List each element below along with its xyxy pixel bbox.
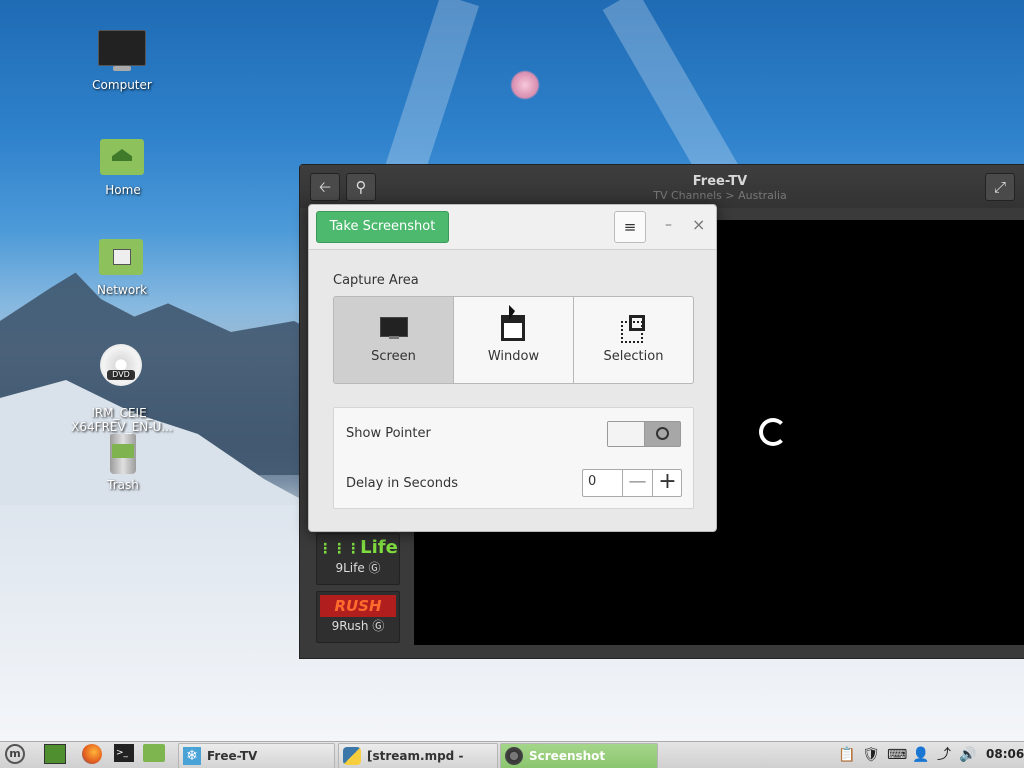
desktop-icon-trash[interactable]: Trash [68, 430, 178, 492]
window-icon [499, 305, 529, 341]
desktop-icon-label: Computer [92, 78, 152, 92]
options-panel: Show Pointer Delay in Seconds 0 — + [333, 407, 694, 509]
minimize-button[interactable]: – [665, 217, 672, 233]
dialog-headerbar: Take Screenshot ≡ – × [309, 205, 716, 250]
volume-tray-icon[interactable]: 🔊 [959, 746, 977, 764]
freetv-headerbar: 🡠 ⚲ Free-TV TV Channels > Australia ⤢ [300, 165, 1024, 208]
close-button[interactable]: × [692, 215, 705, 234]
show-pointer-switch[interactable] [607, 421, 681, 447]
python-icon [343, 747, 361, 765]
mint-menu-button[interactable]: m [5, 744, 27, 766]
plus-icon: + [658, 469, 677, 494]
files-launcher[interactable] [143, 744, 165, 766]
desktop-icon-computer[interactable]: Computer [67, 30, 177, 92]
firefox-launcher[interactable] [82, 744, 104, 766]
dvd-disc-icon: DVD [97, 344, 147, 388]
show-pointer-label: Show Pointer [346, 426, 431, 441]
home-folder-icon [98, 135, 148, 179]
minus-icon: — [628, 471, 647, 492]
freetv-subtitle: TV Channels > Australia [653, 189, 787, 202]
freetv-title: Free-TV [692, 174, 748, 189]
switch-off-icon [656, 427, 669, 440]
capture-area-label: Capture Area [333, 273, 419, 288]
desktop-icon-label: Home [105, 183, 141, 197]
firefox-icon [82, 744, 102, 764]
show-desktop-launcher[interactable] [44, 744, 66, 766]
close-icon: × [692, 215, 706, 234]
delay-value[interactable]: 0 [588, 474, 596, 489]
clock[interactable]: 08:06 [986, 747, 1024, 768]
selection-icon [619, 315, 649, 343]
switch-knob [608, 422, 645, 446]
desktop-icon [44, 744, 66, 764]
screen-icon [379, 315, 409, 341]
task-label: [stream.mpd - mpv] [367, 749, 464, 763]
task-screenshot[interactable]: Screenshot [500, 743, 658, 768]
menu-icon: ≡ [623, 218, 637, 236]
desktop-icon-label: Network [96, 283, 148, 297]
folder-icon [143, 744, 165, 762]
clipboard-tray-icon[interactable]: 📋 [838, 746, 856, 764]
capture-window-button[interactable]: Window [453, 296, 574, 384]
delay-decrease-button[interactable]: — [622, 470, 652, 496]
capture-selection-button[interactable]: Selection [573, 296, 694, 384]
channel-logo: RUSH [320, 595, 396, 617]
freetv-snowflake-icon: ❄ [183, 747, 201, 765]
desktop-icon-network[interactable]: Network [67, 235, 177, 297]
channel-label: 9Rush Ⓖ [331, 619, 385, 633]
task-mpv[interactable]: [stream.mpd - mpv] [338, 743, 498, 768]
terminal-launcher[interactable]: >_ [114, 744, 136, 766]
task-label: Screenshot [529, 749, 606, 763]
sun-glare [510, 70, 540, 100]
delay-spinbutton[interactable]: 0 — + [582, 469, 682, 497]
capture-window-label: Window [487, 349, 540, 364]
network-folder-icon [97, 235, 147, 279]
terminal-icon: >_ [114, 744, 134, 762]
task-label: Free-TV [207, 749, 258, 763]
loading-spinner-icon [759, 418, 787, 446]
keyboard-tray-icon[interactable]: ⌨ [887, 746, 907, 764]
capture-screen-button[interactable]: Screen [333, 296, 454, 384]
fullscreen-button[interactable]: ⤢ [985, 173, 1015, 201]
camera-icon [505, 747, 523, 765]
computer-icon [97, 30, 147, 74]
desktop: Computer Home Network DVD IRM_CEIE_ X64F… [0, 0, 1024, 768]
capture-screen-label: Screen [371, 349, 416, 364]
screenshot-dialog: Take Screenshot ≡ – × Capture Area Scree… [308, 204, 717, 532]
channel-9rush[interactable]: RUSH 9Rush Ⓖ [316, 591, 400, 643]
minimize-icon: – [665, 217, 672, 233]
network-tray-icon[interactable]: ⤴ [935, 746, 953, 764]
hamburger-menu-button[interactable]: ≡ [614, 211, 646, 243]
channel-9life[interactable]: ⋮⋮⋮Life 9Life Ⓖ [316, 533, 400, 585]
taskbar: m >_ ❄ Free-TV [stream.mpd - mpv] Screen… [0, 741, 1024, 768]
delay-label: Delay in Seconds [346, 476, 459, 491]
trash-icon [98, 430, 148, 474]
channel-logo: ⋮⋮⋮Life [318, 537, 398, 558]
desktop-icon-label: Trash [107, 478, 139, 492]
channel-label: 9Life Ⓖ [335, 561, 381, 575]
expand-icon: ⤢ [993, 178, 1006, 196]
user-tray-icon[interactable]: 👤 [912, 746, 930, 764]
mint-logo-icon: m [5, 744, 25, 764]
capture-selection-label: Selection [603, 349, 664, 364]
shield-tray-icon[interactable]: 🛡 [862, 746, 880, 764]
delay-increase-button[interactable]: + [652, 470, 682, 496]
take-screenshot-button[interactable]: Take Screenshot [316, 211, 449, 243]
task-freetv[interactable]: ❄ Free-TV [178, 743, 335, 768]
desktop-icon-home[interactable]: Home [68, 135, 178, 197]
